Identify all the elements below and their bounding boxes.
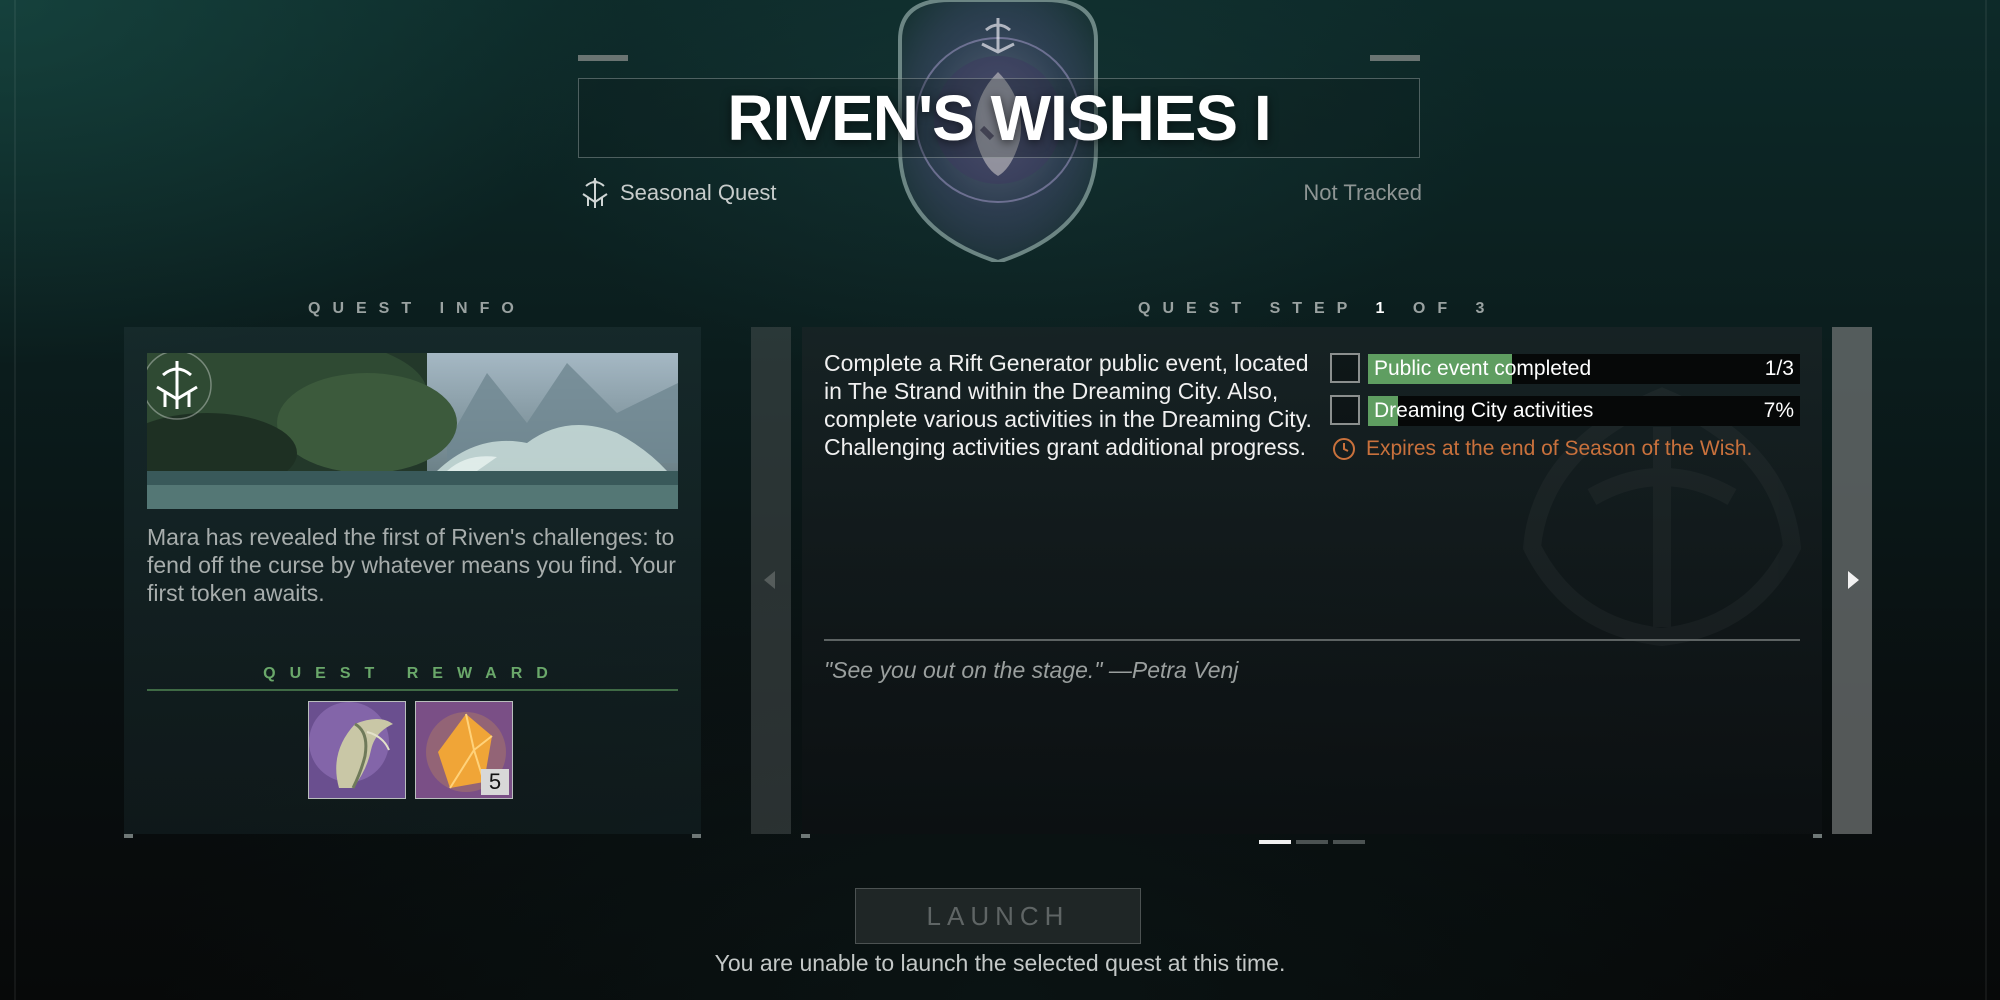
launch-unavailable-message: You are unable to launch the selected qu… [714, 950, 1286, 976]
quest-info-panel: Mara has revealed the first of Riven's c… [124, 327, 701, 834]
expiry-notice: Expires at the end of Season of the Wish… [1332, 437, 1752, 461]
header-tick-left [578, 55, 628, 61]
expiry-text: Expires at the end of Season of the Wish… [1366, 437, 1753, 460]
launch-button[interactable]: LAUNCH [855, 888, 1141, 944]
frame-edge-left [14, 0, 16, 1000]
previous-step-button[interactable] [751, 327, 791, 834]
quest-step-total: 3 [1475, 300, 1497, 317]
quest-step-label: QUEST STEP 1 OF 3 [1138, 300, 1496, 318]
objective-value: 1/3 [1764, 357, 1794, 380]
seasonal-quest-icon [582, 178, 608, 208]
step-page-indicator[interactable] [1296, 840, 1328, 844]
quest-image [147, 353, 678, 509]
panel-corner-tick [124, 834, 133, 838]
claw-engram-icon [309, 702, 405, 798]
step-page-indicator[interactable] [1333, 840, 1365, 844]
quest-step-prefix: QUEST STEP [1138, 300, 1360, 317]
quote-divider [824, 639, 1800, 641]
title-box: RIVEN'S WISHES I [578, 78, 1420, 158]
reward-item[interactable]: 5 [415, 701, 513, 799]
next-step-button[interactable] [1832, 327, 1872, 834]
objective-value: 7% [1763, 399, 1794, 422]
step-page-indicator[interactable] [1259, 840, 1291, 844]
quest-quote: "See you out on the stage." —Petra Venj [824, 657, 1239, 683]
reward-item[interactable] [308, 701, 406, 799]
objective-progress-bar: Dreaming City activities 7% [1368, 396, 1800, 426]
header-tick-right [1370, 55, 1420, 61]
objective-label: Dreaming City activities [1374, 399, 1594, 422]
quest-title: RIVEN'S WISHES I [727, 82, 1271, 154]
quest-step-description: Complete a Rift Generator public event, … [824, 350, 1312, 460]
panel-corner-tick [692, 834, 701, 838]
quest-info-label: QUEST INFO [308, 300, 526, 317]
quest-type: Seasonal Quest [580, 176, 777, 210]
tracking-status[interactable]: Not Tracked [1303, 180, 1422, 206]
quest-reward-label: QUEST REWARD [263, 665, 562, 682]
objective-row: Dreaming City activities 7% [1330, 395, 1800, 427]
panel-corner-tick [1813, 834, 1822, 838]
chevron-right-icon [1848, 571, 1859, 589]
quest-description: Mara has revealed the first of Riven's c… [147, 524, 676, 606]
clock-icon [1333, 438, 1355, 460]
quest-step-current: 1 [1375, 300, 1397, 317]
objective-row: Public event completed 1/3 [1330, 353, 1800, 385]
frame-edge-right [1985, 0, 1987, 1000]
objective-progress-bar: Public event completed 1/3 [1368, 354, 1800, 384]
objective-label: Public event completed [1374, 357, 1592, 380]
panel-corner-tick [801, 834, 810, 838]
quest-step-of: OF [1412, 300, 1460, 317]
quest-step-panel: Complete a Rift Generator public event, … [802, 327, 1822, 834]
objective-checkbox [1330, 353, 1360, 383]
quest-type-label: Seasonal Quest [620, 180, 777, 205]
reward-divider [147, 689, 678, 691]
reward-count: 5 [481, 769, 509, 795]
chevron-left-icon [764, 571, 775, 589]
objective-checkbox [1330, 395, 1360, 425]
